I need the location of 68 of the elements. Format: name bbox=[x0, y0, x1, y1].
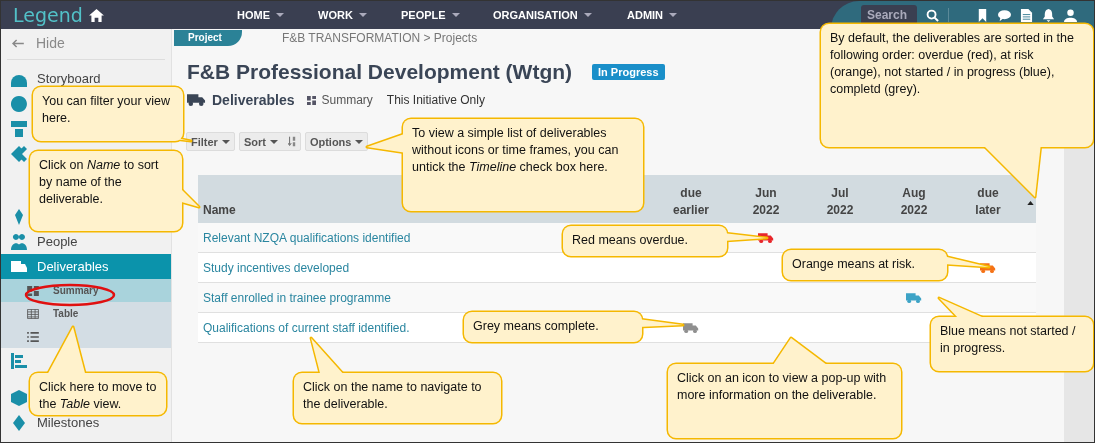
callout-text: Orange means at risk. bbox=[792, 256, 915, 273]
nav-menu[interactable]: ORGANISATION bbox=[493, 9, 627, 21]
truck-icon bbox=[187, 93, 206, 107]
submenu-item[interactable]: Table bbox=[1, 302, 171, 325]
view-icon bbox=[27, 308, 39, 319]
menu-icon bbox=[11, 414, 27, 431]
truck-icon[interactable] bbox=[906, 291, 922, 304]
chat-icon[interactable] bbox=[998, 8, 1011, 22]
callout-text: Click here to move to the Table view. bbox=[39, 379, 157, 413]
nav-menu[interactable]: PEOPLE bbox=[401, 9, 493, 21]
view-icon[interactable] bbox=[27, 331, 39, 342]
callout-text: Click on the name to navigate to the deliverable. bbox=[303, 379, 483, 413]
view-label: Summary bbox=[321, 93, 373, 107]
column-header[interactable]: Aug 2022 bbox=[877, 185, 951, 219]
truck-icon[interactable] bbox=[758, 231, 774, 244]
document-icon[interactable] bbox=[1020, 8, 1033, 22]
home-icon[interactable] bbox=[88, 8, 104, 22]
column-header[interactable]: due later bbox=[951, 185, 1025, 219]
back-arrow-icon bbox=[11, 38, 24, 48]
nav-menu[interactable]: HOME bbox=[237, 9, 318, 21]
truck-icon[interactable] bbox=[683, 321, 699, 334]
menu-icon bbox=[11, 233, 27, 250]
nav-menu[interactable]: ADMIN bbox=[627, 9, 678, 21]
menu-icon[interactable] bbox=[11, 389, 27, 406]
search-field[interactable]: Search bbox=[861, 5, 917, 25]
callout-text: Click on Name to sort by name of the deliverable. bbox=[39, 157, 160, 208]
sidebar-item[interactable]: Deliverables bbox=[1, 254, 171, 279]
sidebar-item[interactable]: People bbox=[1, 229, 171, 254]
project-tag: Project bbox=[174, 29, 242, 46]
deliverable-link[interactable]: Qualifications of current staff identified. bbox=[198, 320, 410, 335]
bookmark-icon[interactable] bbox=[976, 8, 989, 22]
menu-icon[interactable] bbox=[11, 145, 27, 162]
grid-icon bbox=[306, 95, 316, 105]
deliverable-link[interactable]: Staff enrolled in trainee programme bbox=[198, 290, 391, 305]
nav-menu[interactable]: WORK bbox=[318, 9, 401, 21]
deliverable-link[interactable]: Study incentives developed bbox=[198, 260, 350, 275]
column-header[interactable]: due earlier bbox=[653, 185, 729, 219]
search-icon[interactable] bbox=[926, 8, 939, 22]
filter-button[interactable]: Filter bbox=[186, 132, 235, 151]
view-icon bbox=[27, 285, 39, 296]
column-header[interactable]: Jul 2022 bbox=[803, 185, 877, 219]
callout-text: Red means overdue. bbox=[572, 232, 689, 249]
status-badge: In Progress bbox=[592, 64, 665, 80]
column-header[interactable]: Jun 2022 bbox=[729, 185, 803, 219]
logo[interactable]: Legend bbox=[13, 4, 83, 26]
section-title: Deliverables bbox=[212, 92, 295, 108]
sort-arrow-icon[interactable] bbox=[1027, 201, 1034, 205]
menu-icon[interactable] bbox=[11, 95, 27, 112]
page-title: F&B Professional Development (Wtgn) bbox=[187, 60, 573, 84]
callout-text: Click on an icon to view a pop-up with more information on the deliverable. bbox=[677, 370, 888, 404]
callout-text: To view a simple list of deliverables without icons or time frames, you can untick the Timeline check box here. bbox=[412, 125, 620, 176]
sort-icon bbox=[287, 136, 296, 147]
scope-label: This Initiative Only bbox=[386, 93, 485, 107]
user-icon[interactable] bbox=[1064, 8, 1077, 22]
bell-icon[interactable] bbox=[1042, 8, 1055, 22]
menu-icon[interactable] bbox=[11, 120, 27, 137]
options-button[interactable]: Options bbox=[304, 132, 369, 151]
deliverable-link[interactable]: Relevant NZQA qualifications identified bbox=[198, 230, 411, 245]
menu-icon[interactable] bbox=[11, 352, 27, 369]
submenu-item[interactable]: Summary bbox=[1, 279, 171, 302]
breadcrumb: F&B TRANSFORMATION > Projects bbox=[281, 30, 478, 45]
callout-text: By default, the deliverables are sorted in the following order: overdue (red), at risk (orange), not started / in progress (blue), completd (grey). bbox=[830, 30, 1075, 98]
callout-text: Grey means complete. bbox=[473, 318, 599, 335]
column-header[interactable]: Name bbox=[198, 202, 241, 219]
callout-text: You can filter your view here. bbox=[42, 93, 172, 127]
callout-text: Blue means not started / in progress. bbox=[940, 323, 1077, 357]
sort-button[interactable]: Sort bbox=[238, 132, 301, 151]
menu-icon bbox=[11, 258, 27, 275]
